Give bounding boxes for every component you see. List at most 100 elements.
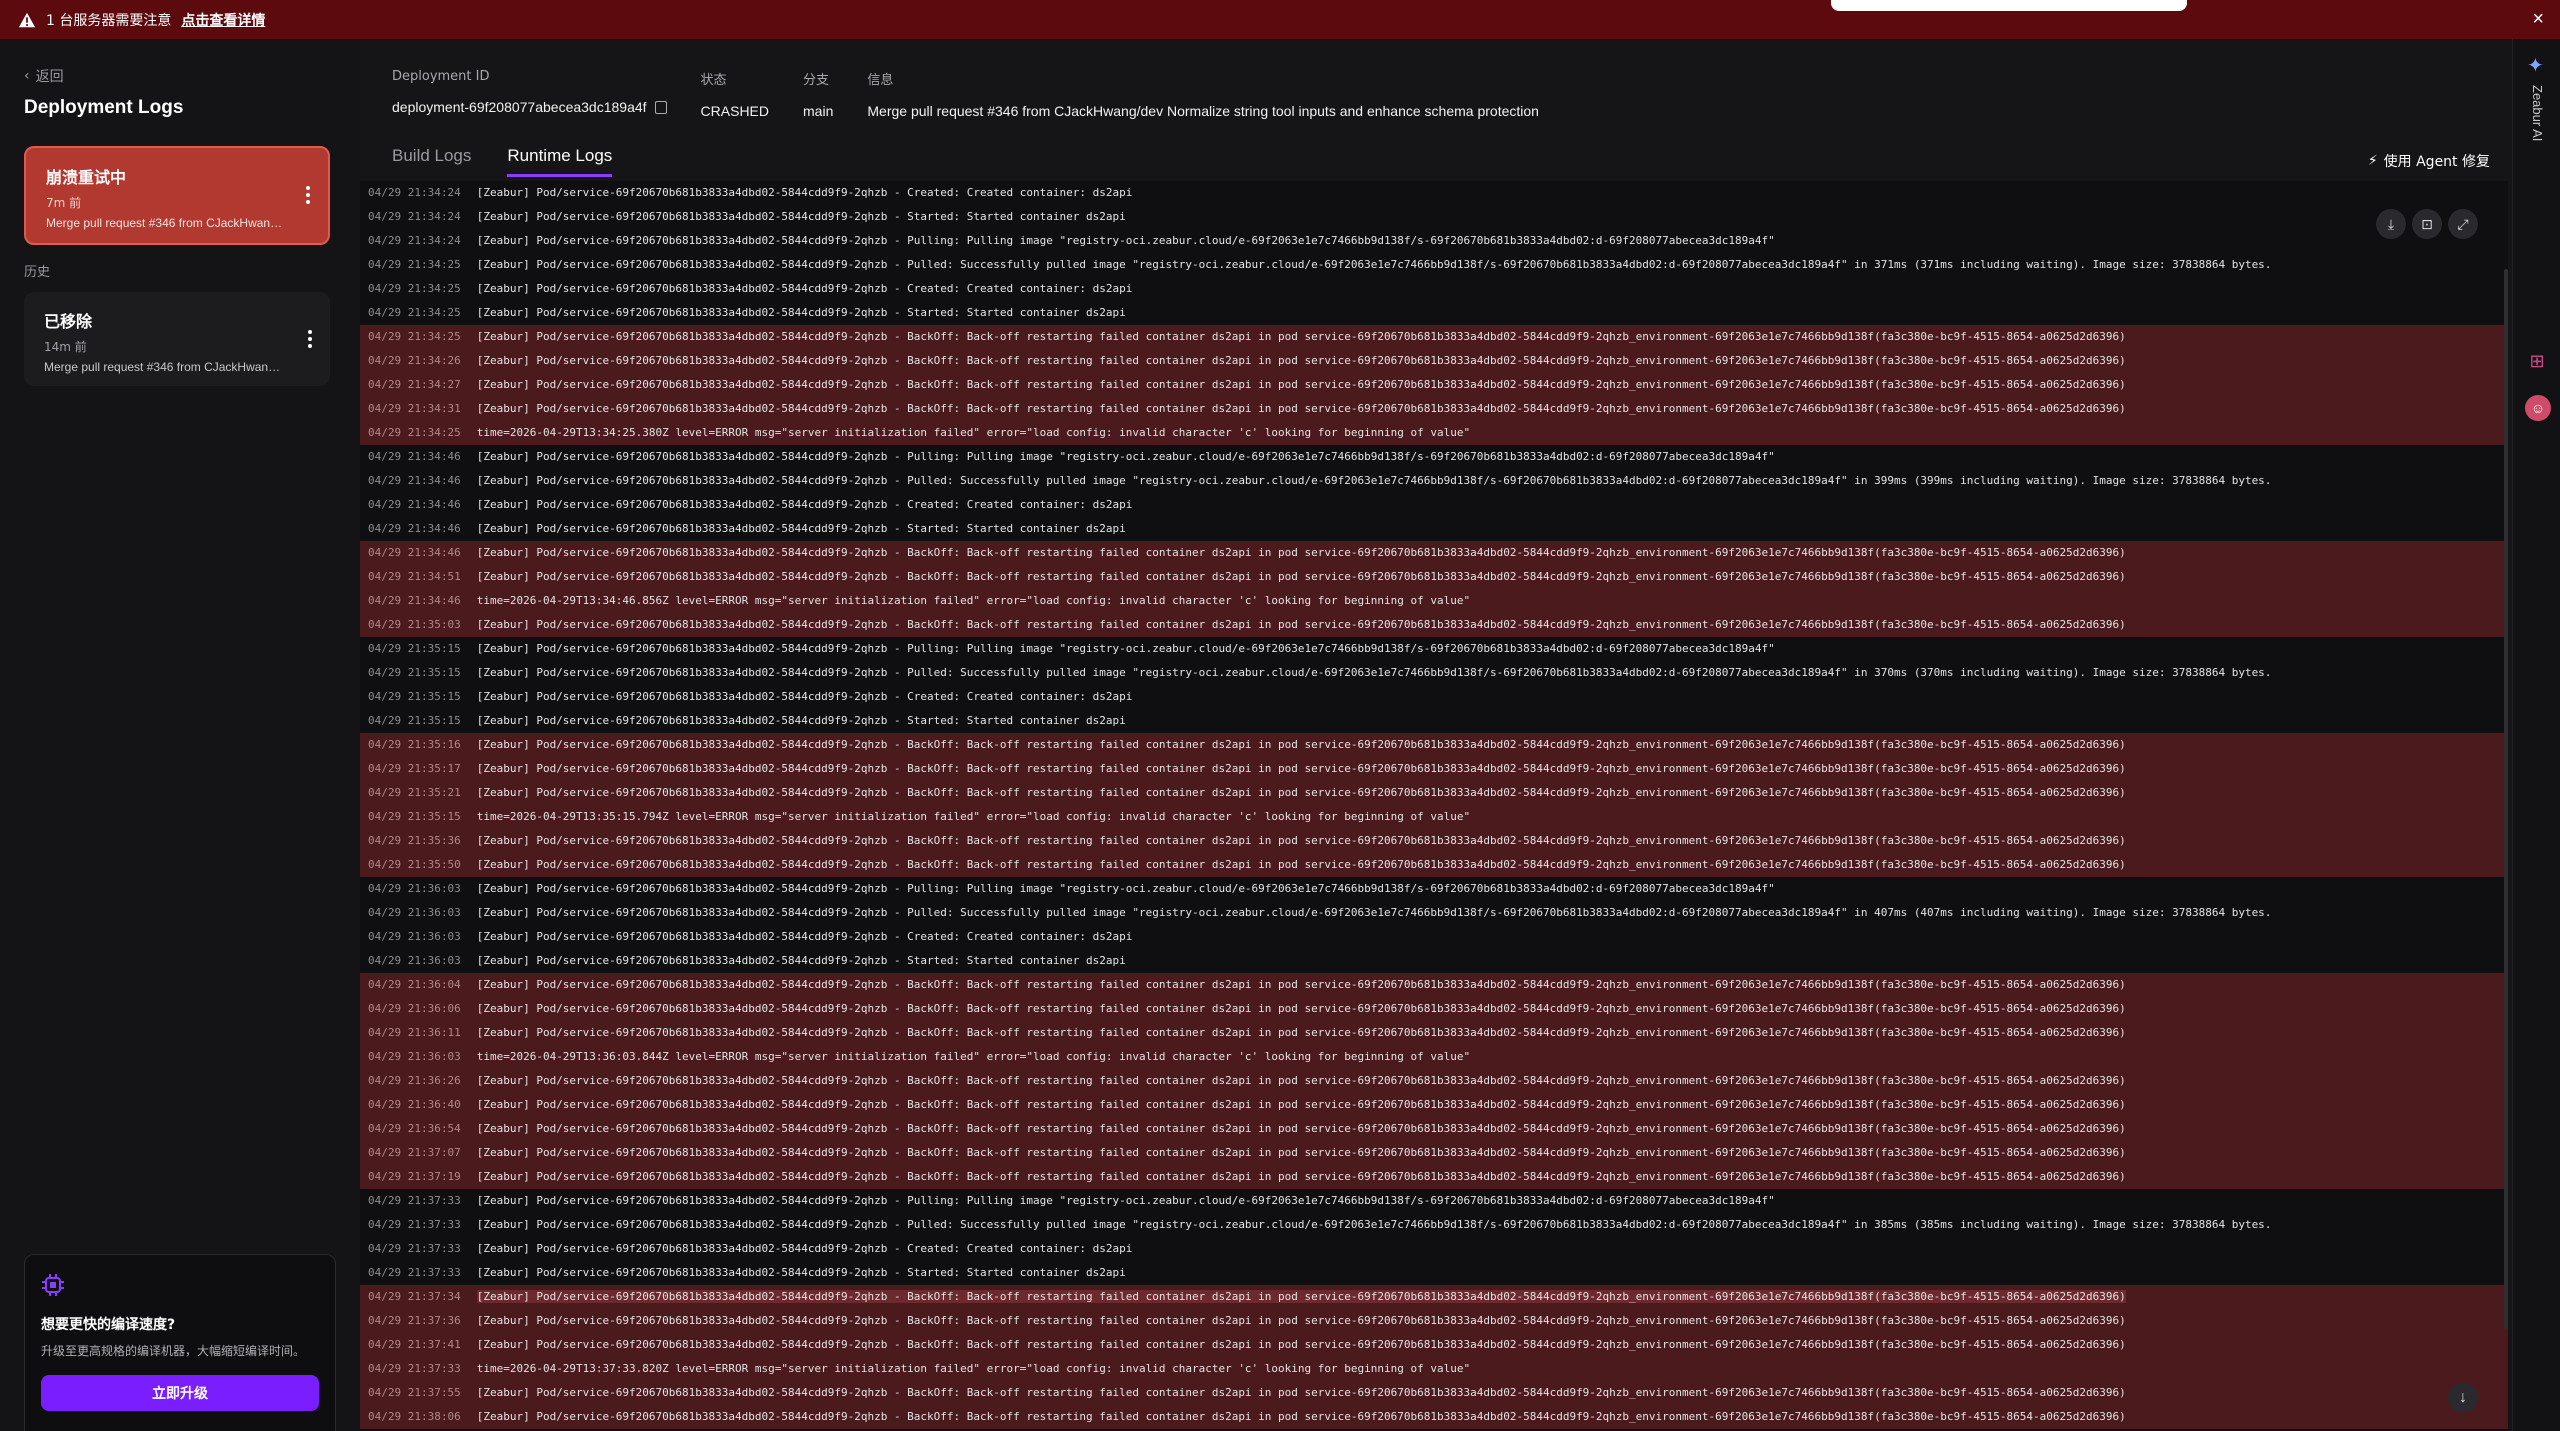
log-message: [Zeabur] Pod/service-69f20670b681b3833a4… <box>476 1098 2126 1111</box>
log-message: [Zeabur] Pod/service-69f20670b681b3833a4… <box>476 858 2126 871</box>
log-message: [Zeabur] Pod/service-69f20670b681b3833a4… <box>476 1122 2126 1135</box>
log-timestamp: 04/29 21:36:04 <box>368 978 461 991</box>
log-timestamp: 04/29 21:35:50 <box>368 858 461 871</box>
zeabur-ai-label[interactable]: Zeabur AI <box>2530 85 2545 141</box>
scrollbar[interactable] <box>2504 269 2508 1329</box>
log-timestamp: 04/29 21:35:15 <box>368 714 461 727</box>
alert-details-link[interactable]: 点击查看详情 <box>181 10 265 30</box>
log-message: [Zeabur] Pod/service-69f20670b681b3833a4… <box>476 1002 2126 1015</box>
more-options-icon[interactable] <box>308 330 312 348</box>
log-line: 04/29 21:34:27 [Zeabur] Pod/service-69f20… <box>360 373 2508 397</box>
unlock-icon[interactable]: ⊡ <box>2412 209 2442 239</box>
upgrade-promo: 想要更快的编译速度? 升级至更高规格的编译机器，大幅缩短编译时间。 立即升级 <box>24 1254 336 1431</box>
alert-text: 1 台服务器需要注意 <box>46 12 172 29</box>
log-line: 04/29 21:36:26 [Zeabur] Pod/service-69f20… <box>360 1069 2508 1093</box>
log-message: [Zeabur] Pod/service-69f20670b681b3833a4… <box>476 354 2126 367</box>
log-message: [Zeabur] Pod/service-69f20670b681b3833a4… <box>476 786 2126 799</box>
log-timestamp: 04/29 21:34:24 <box>368 234 461 247</box>
back-label: 返回 <box>35 69 64 85</box>
log-line: 04/29 21:34:46 [Zeabur] Pod/service-69f20… <box>360 541 2508 565</box>
apps-icon[interactable]: ⊞ <box>2525 351 2549 375</box>
log-timestamp: 04/29 21:34:27 <box>368 378 461 391</box>
back-button[interactable]: ‹ 返回 <box>24 66 64 86</box>
log-message: [Zeabur] Pod/service-69f20670b681b3833a4… <box>476 1074 2126 1087</box>
log-line: 04/29 21:36:03 [Zeabur] Pod/service-69f20… <box>360 925 2508 949</box>
deployment-message: Merge pull request #346 from CJackHwang/… <box>44 360 284 374</box>
log-line: 04/29 21:34:25 [Zeabur] Pod/service-69f20… <box>360 301 2508 325</box>
log-message: [Zeabur] Pod/service-69f20670b681b3833a4… <box>476 978 2126 991</box>
sparkle-icon[interactable]: ✦ <box>2527 53 2544 78</box>
chevron-left-icon: ‹ <box>24 68 30 84</box>
log-timestamp: 04/29 21:34:31 <box>368 402 461 415</box>
log-message: [Zeabur] Pod/service-69f20670b681b3833a4… <box>476 906 2272 919</box>
log-viewer[interactable]: 04/29 21:34:24 [Zeabur] Pod/service-69f20… <box>360 181 2508 1431</box>
log-timestamp: 04/29 21:34:46 <box>368 450 461 463</box>
log-message: [Zeabur] Pod/service-69f20670b681b3833a4… <box>476 690 1133 703</box>
log-message: [Zeabur] Pod/service-69f20670b681b3833a4… <box>476 834 2126 847</box>
log-timestamp: 04/29 21:37:33 <box>368 1194 461 1207</box>
log-timestamp: 04/29 21:37:33 <box>368 1362 461 1375</box>
tab-build-logs[interactable]: Build Logs <box>392 146 471 177</box>
log-line: 04/29 21:34:51 [Zeabur] Pod/service-69f20… <box>360 565 2508 589</box>
top-input-pill[interactable] <box>1831 0 2187 11</box>
log-tabs: Build Logs Runtime Logs <box>392 146 613 177</box>
log-line: 04/29 21:36:03 [Zeabur] Pod/service-69f20… <box>360 949 2508 973</box>
log-timestamp: 04/29 21:34:25 <box>368 282 461 295</box>
log-message: [Zeabur] Pod/service-69f20670b681b3833a4… <box>476 1314 2126 1327</box>
deployment-message: Merge pull request #346 from CJackHwang/… <box>46 216 286 230</box>
log-line: 04/29 21:36:03 [Zeabur] Pod/service-69f20… <box>360 901 2508 925</box>
log-line: 04/29 21:36:54 [Zeabur] Pod/service-69f20… <box>360 1117 2508 1141</box>
sidebar-title: Deployment Logs <box>24 97 184 118</box>
log-timestamp: 04/29 21:34:26 <box>368 354 461 367</box>
avatar[interactable]: ☺ <box>2525 395 2551 421</box>
download-icon[interactable]: ⤓ <box>2376 209 2406 239</box>
log-line: 04/29 21:35:03 [Zeabur] Pod/service-69f20… <box>360 613 2508 637</box>
log-timestamp: 04/29 21:34:46 <box>368 522 461 535</box>
deployment-card-removed[interactable]: 已移除 14m 前 Merge pull request #346 from C… <box>24 292 330 386</box>
deployment-card-current[interactable]: 崩溃重试中 7m 前 Merge pull request #346 from … <box>24 146 330 245</box>
log-timestamp: 04/29 21:34:24 <box>368 210 461 223</box>
tab-runtime-logs[interactable]: Runtime Logs <box>507 146 613 177</box>
status-value: CRASHED <box>700 103 770 119</box>
log-timestamp: 04/29 21:34:25 <box>368 330 461 343</box>
log-message: [Zeabur] Pod/service-69f20670b681b3833a4… <box>476 330 2126 343</box>
log-timestamp: 04/29 21:35:36 <box>368 834 461 847</box>
fullscreen-icon[interactable]: ⤢ <box>2448 209 2478 239</box>
log-message: [Zeabur] Pod/service-69f20670b681b3833a4… <box>476 1218 2272 1231</box>
log-timestamp: 04/29 21:37:55 <box>368 1386 461 1399</box>
log-message: [Zeabur] Pod/service-69f20670b681b3833a4… <box>476 642 1775 655</box>
deployment-id-label: Deployment ID <box>392 69 490 84</box>
log-line: 04/29 21:34:24 [Zeabur] Pod/service-69f20… <box>360 229 2508 253</box>
deployment-status: 崩溃重试中 <box>46 168 127 187</box>
log-message: time=2026-04-29T13:34:46.856Z level=ERRO… <box>476 594 1471 607</box>
upgrade-button[interactable]: 立即升级 <box>41 1375 319 1411</box>
log-message: [Zeabur] Pod/service-69f20670b681b3833a4… <box>476 306 1126 319</box>
log-timestamp: 04/29 21:36:54 <box>368 1122 461 1135</box>
more-options-icon[interactable] <box>306 186 310 204</box>
log-line: 04/29 21:36:04 [Zeabur] Pod/service-69f20… <box>360 973 2508 997</box>
info-label: 信息 <box>867 73 894 88</box>
log-message: [Zeabur] Pod/service-69f20670b681b3833a4… <box>476 1146 2126 1159</box>
log-line: 04/29 21:35:16 [Zeabur] Pod/service-69f20… <box>360 733 2508 757</box>
log-message: [Zeabur] Pod/service-69f20670b681b3833a4… <box>476 186 1133 199</box>
copy-icon[interactable] <box>654 100 667 114</box>
agent-fix-button[interactable]: ⚡ 使用 Agent 修复 <box>2368 151 2490 171</box>
log-message: [Zeabur] Pod/service-69f20670b681b3833a4… <box>476 762 2126 775</box>
log-message: time=2026-04-29T13:36:03.844Z level=ERRO… <box>476 1050 1471 1063</box>
log-message: [Zeabur] Pod/service-69f20670b681b3833a4… <box>476 522 1126 535</box>
deployment-age: 7m 前 <box>46 196 82 210</box>
ai-rail: ✦ Zeabur AI ⊞ ☺ <box>2512 39 2560 1431</box>
close-icon[interactable]: × <box>2532 8 2544 31</box>
log-timestamp: 04/29 21:35:21 <box>368 786 461 799</box>
scroll-to-bottom-icon[interactable]: ↓ <box>2448 1383 2478 1413</box>
main-panel: Deployment ID deployment-69f208077abecea… <box>360 39 2512 1431</box>
deployment-status: 已移除 <box>44 312 93 331</box>
log-timestamp: 04/29 21:36:11 <box>368 1026 461 1039</box>
log-line: 04/29 21:35:15 [Zeabur] Pod/service-69f20… <box>360 685 2508 709</box>
log-timestamp: 04/29 21:34:25 <box>368 258 461 271</box>
log-timestamp: 04/29 21:34:51 <box>368 570 461 583</box>
log-message: [Zeabur] Pod/service-69f20670b681b3833a4… <box>476 1242 1133 1255</box>
log-line: 04/29 21:37:19 [Zeabur] Pod/service-69f20… <box>360 1165 2508 1189</box>
log-line: 04/29 21:35:15 [Zeabur] Pod/service-69f20… <box>360 637 2508 661</box>
log-message: [Zeabur] Pod/service-69f20670b681b3833a4… <box>476 1170 2126 1183</box>
